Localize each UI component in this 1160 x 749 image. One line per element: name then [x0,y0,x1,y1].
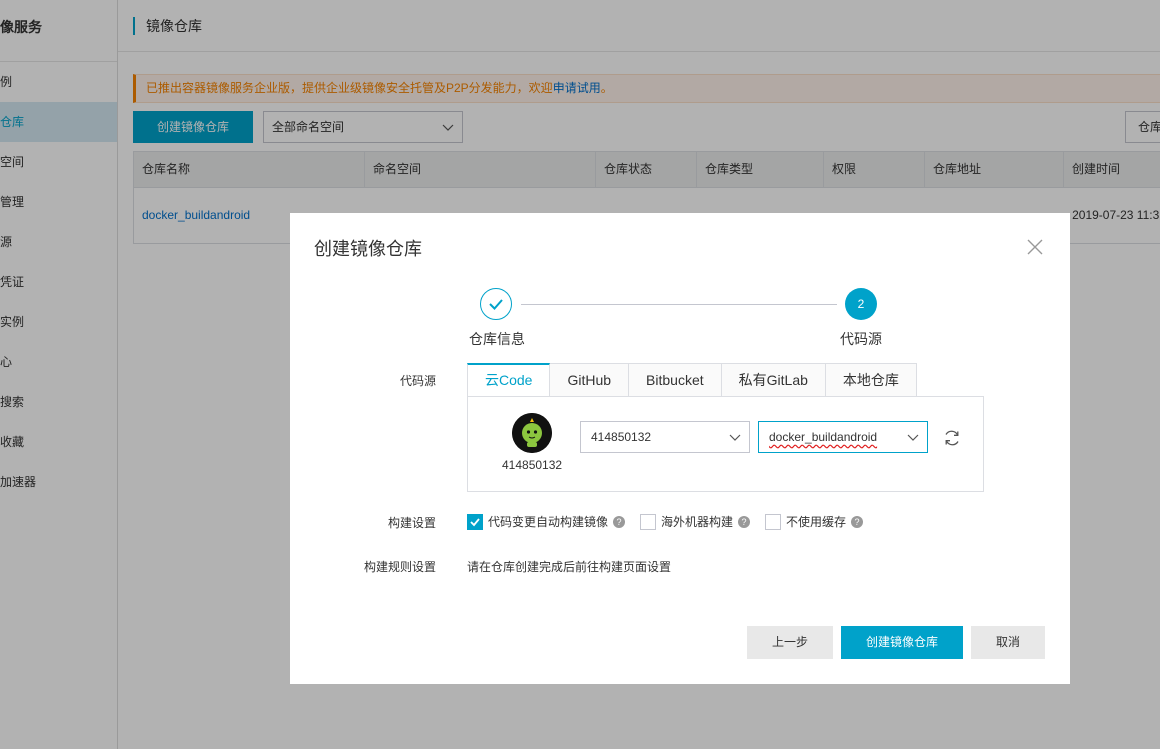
tab-bitbucket[interactable]: Bitbucket [629,363,722,397]
build-rules-hint: 请在仓库创建完成后前往构建页面设置 [467,560,672,574]
create-repository-submit-button[interactable]: 创建镜像仓库 [841,626,963,659]
cancel-button[interactable]: 取消 [971,626,1045,659]
close-icon[interactable] [1026,238,1044,256]
chevron-down-icon [729,434,741,441]
dialog-title: 创建镜像仓库 [314,239,422,259]
overseas-build-checkbox[interactable] [640,513,656,530]
option-overseas-build[interactable]: 海外机器构建 ? [640,513,751,530]
auto-build-label: 代码变更自动构建镜像 [488,515,609,529]
step-label-repo-info: 仓库信息 [469,331,525,347]
account-name: 414850132 [502,458,563,472]
option-auto-build[interactable]: 代码变更自动构建镜像 ? [467,513,626,530]
repository-select[interactable]: docker_buildandroid [758,421,928,453]
account-select[interactable]: 414850132 [580,421,750,453]
auto-build-checkbox[interactable] [467,513,483,530]
help-icon[interactable]: ? [738,515,751,528]
option-no-cache[interactable]: 不使用缓存 ? [765,513,864,530]
create-repository-dialog: 创建镜像仓库 2 仓库信息 代码源 代码源 云Code GitHub Bitbu… [290,213,1070,684]
tab-local-repository[interactable]: 本地仓库 [825,363,917,397]
no-cache-label: 不使用缓存 [786,515,847,529]
build-rules-label: 构建规则设置 [363,560,436,574]
help-icon[interactable]: ? [851,515,864,528]
code-source-tabs: 云Code GitHub Bitbucket 私有GitLab 本地仓库 [467,363,917,397]
step-current: 2 [845,288,877,320]
prev-step-button[interactable]: 上一步 [747,626,833,659]
avatar [512,413,552,453]
tab-github[interactable]: GitHub [550,363,630,397]
refresh-icon[interactable] [942,428,962,448]
chevron-down-icon [907,434,919,441]
code-source-panel: 414850132 414850132 docker_buildandroid [467,396,984,492]
overseas-build-label: 海外机器构建 [661,515,734,529]
help-icon[interactable]: ? [613,515,626,528]
no-cache-checkbox[interactable] [765,513,781,530]
step-done-icon [480,288,512,320]
build-settings-label: 构建设置 [387,516,436,530]
step-label-code-source: 代码源 [840,331,882,347]
step-connector [521,304,837,305]
account-select-value: 414850132 [591,430,652,444]
repository-select-value: docker_buildandroid [769,430,878,444]
tab-private-gitlab[interactable]: 私有GitLab [721,363,826,397]
code-source-label: 代码源 [399,374,436,388]
tab-cloudcode[interactable]: 云Code [467,363,551,397]
